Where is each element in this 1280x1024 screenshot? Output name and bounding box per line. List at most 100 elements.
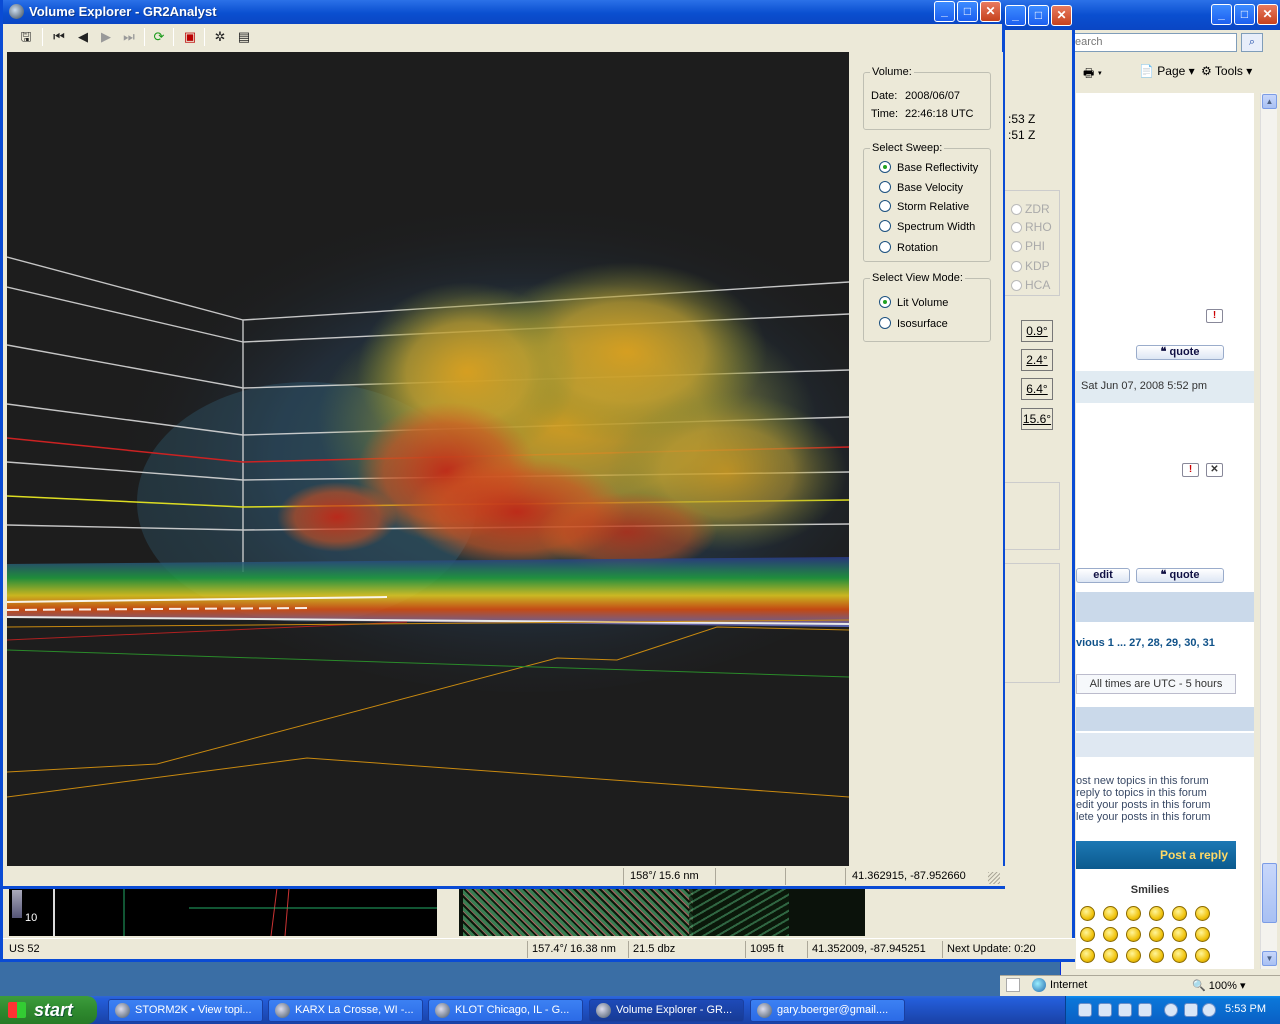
radar-map-left[interactable]: 10	[9, 888, 437, 936]
radio-phi[interactable]: PHI	[1011, 239, 1045, 253]
radio-label: RHO	[1025, 220, 1052, 234]
messenger-icon[interactable]	[1202, 1003, 1216, 1017]
permission-line: edit your posts in this forum	[1076, 799, 1211, 811]
radio-spectrum-width[interactable]: Spectrum Width	[879, 220, 975, 233]
quote-button[interactable]: ❝ quote	[1136, 568, 1224, 583]
save-icon[interactable]: 🖫	[16, 27, 36, 47]
permission-line: lete your posts in this forum	[1076, 811, 1211, 823]
resize-grip[interactable]	[988, 872, 1000, 884]
play-icon[interactable]: ▶	[96, 27, 116, 47]
report-icon[interactable]: !	[1182, 463, 1199, 477]
smiley-icon[interactable]	[1149, 948, 1164, 963]
task-gmail[interactable]: gary.boerger@gmail....	[750, 999, 905, 1022]
smiley-icon[interactable]	[1126, 927, 1141, 942]
radio-lit-volume[interactable]: Lit Volume	[879, 296, 948, 309]
delete-icon[interactable]: ✕	[1206, 463, 1223, 477]
smiley-icon[interactable]	[1149, 927, 1164, 942]
next-update: Next Update: 0:20	[942, 941, 1036, 958]
quote-button[interactable]: ❝ quote	[1136, 345, 1224, 360]
radio-icon	[879, 296, 891, 309]
close-button[interactable]: ✕	[1257, 4, 1278, 25]
tilt-button[interactable]: 15.6°	[1021, 408, 1053, 430]
search-icon[interactable]: ⌕	[1241, 33, 1263, 52]
volume-icon[interactable]: ▣	[180, 27, 200, 47]
minimize-button[interactable]: _	[934, 1, 955, 22]
smiley-icon[interactable]	[1149, 906, 1164, 921]
last-frame-icon[interactable]: ⏭	[119, 27, 139, 47]
tilt-button[interactable]: 0.9°	[1021, 320, 1053, 342]
minimize-button[interactable]: _	[1211, 4, 1232, 25]
smiley-icon[interactable]	[1172, 948, 1187, 963]
radio-icon	[879, 161, 891, 174]
radio-zdr[interactable]: ZDR	[1011, 202, 1050, 216]
smiley-icon[interactable]	[1126, 948, 1141, 963]
first-frame-icon[interactable]: ⏮	[49, 27, 69, 47]
scroll-up-icon[interactable]: ▲	[1262, 94, 1277, 109]
maximize-button[interactable]: □	[1234, 4, 1255, 25]
zoom-level[interactable]: 🔍 100% ▾	[1192, 979, 1245, 992]
tilt-button[interactable]: 2.4°	[1021, 349, 1053, 371]
network-icon[interactable]	[1184, 1003, 1198, 1017]
tilt-button[interactable]: 6.4°	[1021, 378, 1053, 400]
report-icon[interactable]: !	[1206, 309, 1223, 323]
task-label: Volume Explorer - GR...	[616, 1004, 733, 1016]
help-icon[interactable]	[1118, 1003, 1132, 1017]
settings-icon[interactable]: ✲	[210, 27, 230, 47]
minimize-button[interactable]: _	[1005, 5, 1026, 26]
radio-base-velocity[interactable]: Base Velocity	[879, 181, 963, 194]
scroll-thumb[interactable]	[1262, 863, 1277, 923]
post-reply-button[interactable]: Post a reply	[1076, 841, 1236, 869]
tray-icon[interactable]	[1138, 1003, 1152, 1017]
volume-side-panel: Volume: Date: 2008/06/07 Time: 22:46:18 …	[851, 52, 1003, 866]
scrollbar[interactable]: ▲ ▼	[1260, 93, 1277, 969]
page-menu[interactable]: 📄 Page ▾	[1139, 64, 1195, 78]
task-klot[interactable]: KLOT Chicago, IL - G...	[428, 999, 583, 1022]
smiley-icon[interactable]	[1103, 906, 1118, 921]
task-volume-explorer[interactable]: Volume Explorer - GR...	[589, 999, 744, 1022]
prev-frame-icon[interactable]: ◀	[73, 27, 93, 47]
volume-explorer-titlebar[interactable]: Volume Explorer - GR2Analyst _ □ ✕	[3, 0, 1005, 24]
maximize-button[interactable]: □	[1028, 5, 1049, 26]
radio-rotation[interactable]: Rotation	[879, 241, 938, 254]
tools-menu[interactable]: ⚙ Tools ▾	[1201, 64, 1252, 78]
smiley-icon[interactable]	[1195, 948, 1210, 963]
radio-base-reflectivity[interactable]: Base Reflectivity	[879, 161, 978, 174]
scroll-down-icon[interactable]: ▼	[1262, 951, 1277, 966]
pagination[interactable]: vious 1 ... 27, 28, 29, 30, 31	[1076, 637, 1215, 649]
smiley-icon[interactable]	[1126, 906, 1141, 921]
radio-kdp[interactable]: KDP	[1011, 259, 1050, 273]
radar-echo	[463, 888, 693, 936]
start-button[interactable]: start	[0, 996, 97, 1024]
smiley-icon[interactable]	[1080, 927, 1095, 942]
print-icon[interactable]: 🖶 ▾	[1083, 64, 1102, 85]
edit-button[interactable]: edit	[1076, 568, 1130, 583]
smiley-icon[interactable]	[1080, 948, 1095, 963]
search-input[interactable]: earch	[1071, 33, 1237, 52]
scan-time: :53 Z	[1008, 112, 1036, 126]
smiley-icon[interactable]	[1080, 906, 1095, 921]
close-button[interactable]: ✕	[980, 1, 1001, 22]
smiley-icon[interactable]	[1103, 927, 1118, 942]
radar-map-right[interactable]	[459, 888, 865, 936]
task-karx[interactable]: KARX La Crosse, WI -...	[268, 999, 423, 1022]
smiley-icon[interactable]	[1195, 906, 1210, 921]
smiley-icon[interactable]	[1195, 927, 1210, 942]
radio-isosurface[interactable]: Isosurface	[879, 317, 948, 330]
smiley-icon[interactable]	[1172, 927, 1187, 942]
tray-icon[interactable]	[1078, 1003, 1092, 1017]
chart-icon[interactable]: ▤	[234, 27, 254, 47]
radio-storm-relative[interactable]: Storm Relative	[879, 200, 969, 213]
tray-icon[interactable]	[1098, 1003, 1112, 1017]
smiley-icon[interactable]	[1172, 906, 1187, 921]
clock[interactable]: 5:53 PM	[1225, 1003, 1266, 1015]
volume-3d-view[interactable]	[7, 52, 849, 866]
task-storm2k[interactable]: STORM2K • View topi...	[108, 999, 263, 1022]
close-button[interactable]: ✕	[1051, 5, 1072, 26]
refresh-icon[interactable]: ⟳	[149, 27, 169, 47]
back-icon[interactable]	[1164, 1003, 1178, 1017]
radio-rho[interactable]: RHO	[1011, 220, 1052, 234]
maximize-button[interactable]: □	[957, 1, 978, 22]
smiley-icon[interactable]	[1103, 948, 1118, 963]
post-header: Sat Jun 07, 2008 5:52 pm	[1076, 371, 1254, 403]
radio-hca[interactable]: HCA	[1011, 278, 1050, 292]
